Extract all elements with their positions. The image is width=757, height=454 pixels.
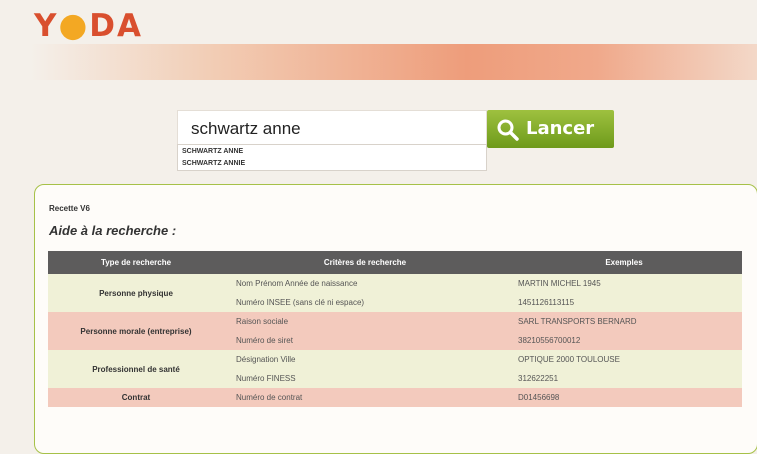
recette-version: Recette V6 xyxy=(49,204,90,213)
header-criteria: Critères de recherche xyxy=(224,251,506,274)
example-line: OPTIQUE 2000 TOULOUSE xyxy=(518,355,620,364)
criteria-line: Numéro INSEE (sans clé ni espace) xyxy=(236,298,365,307)
help-table: Type de recherche Critères de recherche … xyxy=(48,251,742,407)
row-examples: OPTIQUE 2000 TOULOUSE 312622251 xyxy=(506,350,742,388)
criteria-line: Nom Prénom Année de naissance xyxy=(236,279,358,288)
header-decorative-band xyxy=(30,44,757,80)
help-title: Aide à la recherche : xyxy=(49,223,177,238)
lancer-search-button[interactable]: Lancer xyxy=(487,110,614,148)
example-line: 1451126113115 xyxy=(518,298,575,307)
criteria-line: Raison sociale xyxy=(236,317,289,326)
criteria-line: Numéro de siret xyxy=(236,336,293,345)
row-type: Personne physique xyxy=(48,274,224,312)
criteria-line: Numéro FINESS xyxy=(236,374,296,383)
criteria-line: Désignation Ville xyxy=(236,355,296,364)
example-line: D01456698 xyxy=(518,393,560,402)
example-line: 312622251 xyxy=(518,374,559,383)
magnifier-icon xyxy=(497,119,519,141)
row-examples: SARL TRANSPORTS BERNARD 38210556700012 xyxy=(506,312,742,350)
row-criteria: Nom Prénom Année de naissance Numéro INS… xyxy=(224,274,506,312)
row-type: Personne morale (entreprise) xyxy=(48,312,224,350)
row-criteria: Numéro de contrat xyxy=(224,388,506,407)
table-row: Professionnel de santé Désignation Ville… xyxy=(48,350,742,388)
example-line: MARTIN MICHEL 1945 xyxy=(518,279,601,288)
example-line: 38210556700012 xyxy=(518,336,581,345)
row-type: Professionnel de santé xyxy=(48,350,224,388)
yoda-logo[interactable]: Y●DA xyxy=(34,6,143,45)
header-examples: Exemples xyxy=(506,251,742,274)
row-type: Contrat xyxy=(48,388,224,407)
row-criteria: Désignation Ville Numéro FINESS xyxy=(224,350,506,388)
lancer-label: Lancer xyxy=(526,118,595,139)
table-row: Personne morale (entreprise) Raison soci… xyxy=(48,312,742,350)
row-examples: MARTIN MICHEL 1945 1451126113115 xyxy=(506,274,742,312)
autocomplete-suggestions: SCHWARTZ ANNE SCHWARTZ ANNIE xyxy=(177,144,487,171)
table-row: Contrat Numéro de contrat D01456698 xyxy=(48,388,742,407)
example-line: SARL TRANSPORTS BERNARD xyxy=(518,317,637,326)
header-type: Type de recherche xyxy=(48,251,224,274)
suggestion-item[interactable]: SCHWARTZ ANNIE xyxy=(178,158,486,170)
search-input[interactable] xyxy=(177,110,487,145)
criteria-line: Numéro de contrat xyxy=(236,393,303,402)
row-criteria: Raison sociale Numéro de siret xyxy=(224,312,506,350)
table-row: Personne physique Nom Prénom Année de na… xyxy=(48,274,742,312)
row-examples: D01456698 xyxy=(506,388,742,407)
suggestion-item[interactable]: SCHWARTZ ANNE xyxy=(178,146,486,158)
